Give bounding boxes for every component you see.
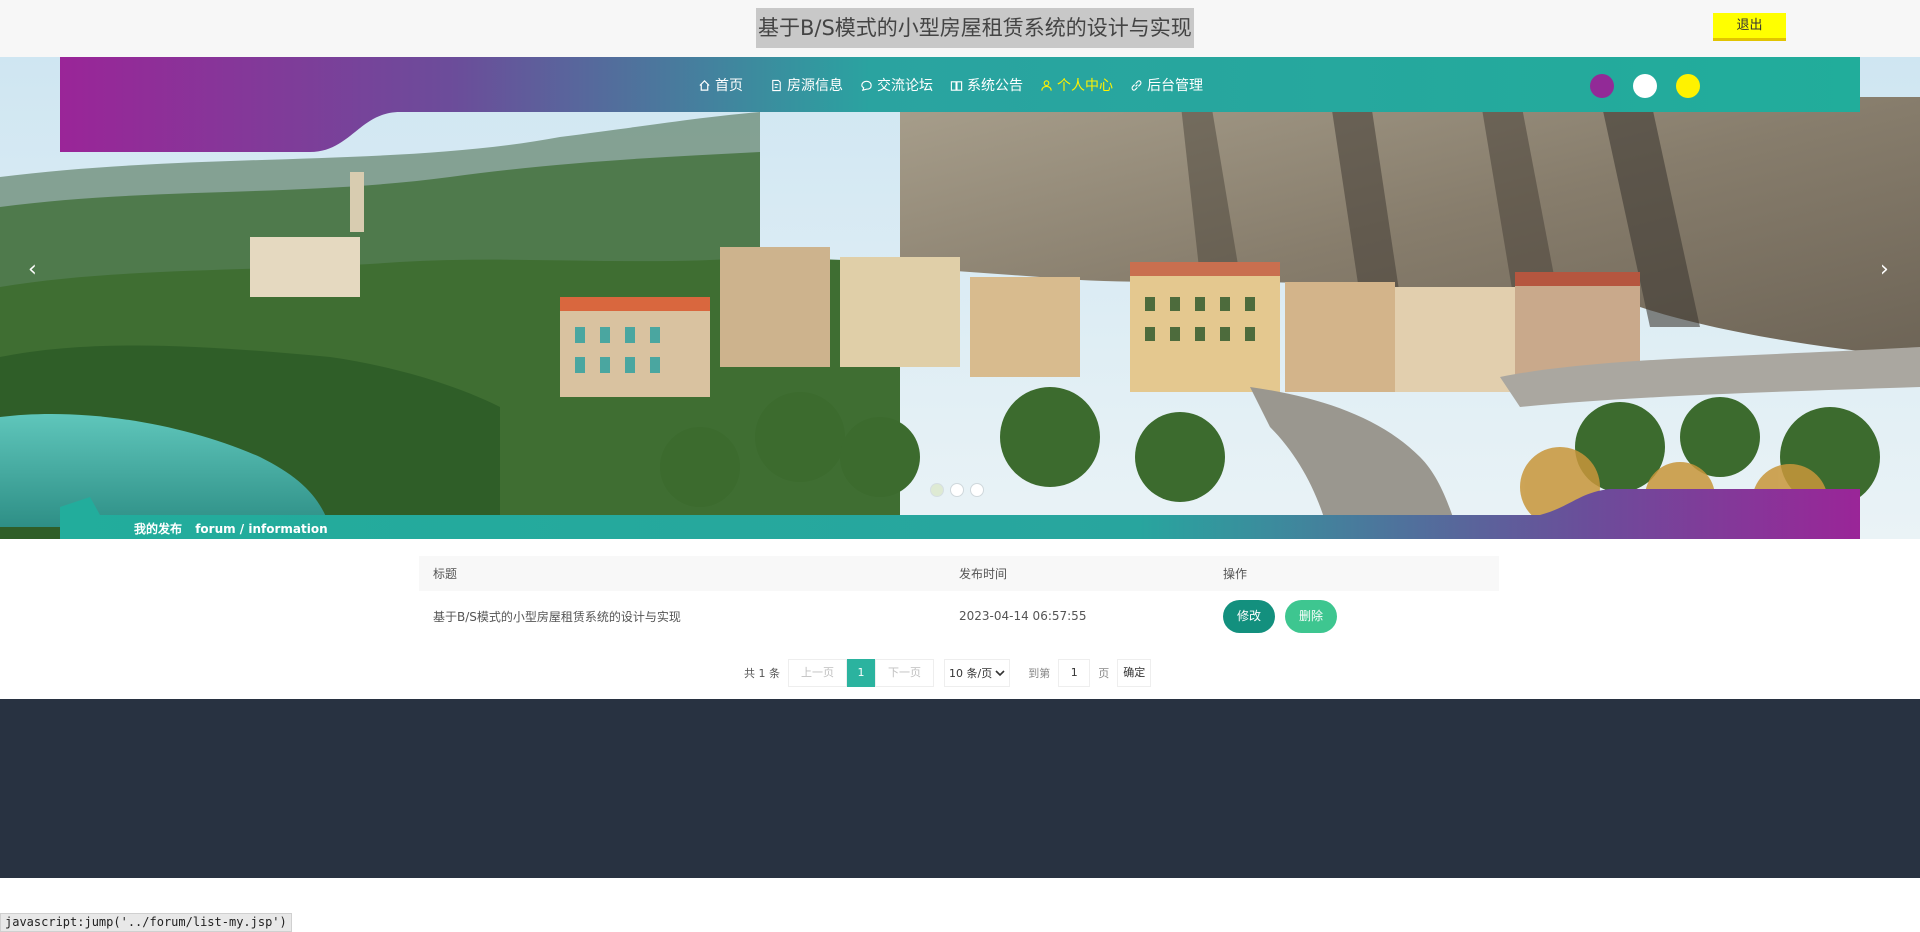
row-title[interactable]: 基于B/S模式的小型房屋租赁系统的设计与实现 [433,608,681,625]
column-header-title: 标题 [433,567,458,581]
top-header: 基于B/S模式的小型房屋租赁系统的设计与实现 退出 [0,0,1920,57]
nav-item-forum[interactable]: 交流论坛 [860,75,933,95]
document-icon [772,79,781,91]
link-icon [1131,79,1142,91]
delete-button[interactable]: 删除 [1285,599,1338,633]
theme-color-purple[interactable] [1590,74,1614,98]
page-unit-label: 页 [1098,667,1110,680]
breadcrumb: 我的发布 forum / information [134,520,337,537]
row-time: 2023-04-14 06:57:55 [959,609,1087,623]
goto-page-input[interactable]: 1 [1058,659,1091,687]
main-nav: 首页 房源信息 交流论坛 系统公告 个人中心 后台管理 [0,57,1920,112]
table-row: 基于B/S模式的小型房屋租赁系统的设计与实现 2023-04-14 06:57:… [419,591,1499,641]
home-icon [699,79,710,91]
my-posts-table: 标题 发布时间 操作 基于B/S模式的小型房屋租赁系统的设计与实现 2023-0… [419,556,1499,641]
theme-color-white[interactable] [1633,74,1657,98]
current-page[interactable]: 1 [847,659,875,687]
carousel-next-icon[interactable]: › [1880,257,1889,282]
nav-item-home[interactable]: 首页 [698,75,743,95]
column-header-time: 发布时间 [959,567,1008,581]
user-icon [1041,79,1052,91]
nav-item-label: 房源信息 [787,78,843,94]
goto-label: 到第 [1028,667,1051,680]
nav-item-label: 交流论坛 [877,78,933,94]
column-header-actions: 操作 [1223,567,1248,581]
banner-image [0,57,1920,539]
browser-status-bar: javascript:jump('../forum/list-my.jsp') [0,913,292,932]
nav-item-listings[interactable]: 房源信息 [770,75,843,95]
nav-item-announcements[interactable]: 系统公告 [950,75,1023,95]
breadcrumb-path: forum / information [195,522,328,536]
carousel-dot[interactable] [930,483,944,497]
nav-item-label: 系统公告 [967,78,1023,94]
site-title: 基于B/S模式的小型房屋租赁系统的设计与实现 [756,8,1194,48]
page-size-value: 10 条/页 [949,667,993,680]
nav-items: 首页 房源信息 交流论坛 系统公告 个人中心 后台管理 [698,75,1220,95]
carousel-indicators [930,483,984,497]
next-page-button[interactable]: 下一页 [875,659,934,687]
nav-item-label: 首页 [715,78,743,94]
goto-confirm-button[interactable]: 确定 [1117,659,1152,687]
chat-icon [861,80,872,91]
theme-color-yellow[interactable] [1676,74,1700,98]
book-icon [950,80,963,91]
table-header: 标题 发布时间 操作 [419,556,1499,591]
edit-button[interactable]: 修改 [1223,599,1276,633]
carousel-dot[interactable] [950,483,964,497]
nav-item-label: 后台管理 [1147,78,1203,94]
carousel-prev-icon[interactable]: ‹ [28,257,37,282]
page-size-select[interactable]: 10 条/页 [944,659,1011,687]
hero-banner: 首页 房源信息 交流论坛 系统公告 个人中心 后台管理 ‹ › 我的发布 for… [0,57,1920,539]
chevron-down-icon [995,670,1005,677]
logout-button[interactable]: 退出 [1713,13,1786,41]
breadcrumb-title: 我的发布 [134,522,183,536]
nav-item-admin[interactable]: 后台管理 [1130,75,1203,95]
prev-page-button[interactable]: 上一页 [788,659,847,687]
row-actions: 修改 删除 [1223,599,1347,633]
footer [0,699,1920,878]
pagination-total: 共 1 条 [744,667,780,680]
pagination: 共 1 条 上一页 1 下一页 10 条/页 到第 1 页 确定 [744,659,1152,687]
nav-item-personal-center[interactable]: 个人中心 [1040,75,1113,95]
nav-item-label: 个人中心 [1057,78,1113,94]
carousel-dot[interactable] [970,483,984,497]
